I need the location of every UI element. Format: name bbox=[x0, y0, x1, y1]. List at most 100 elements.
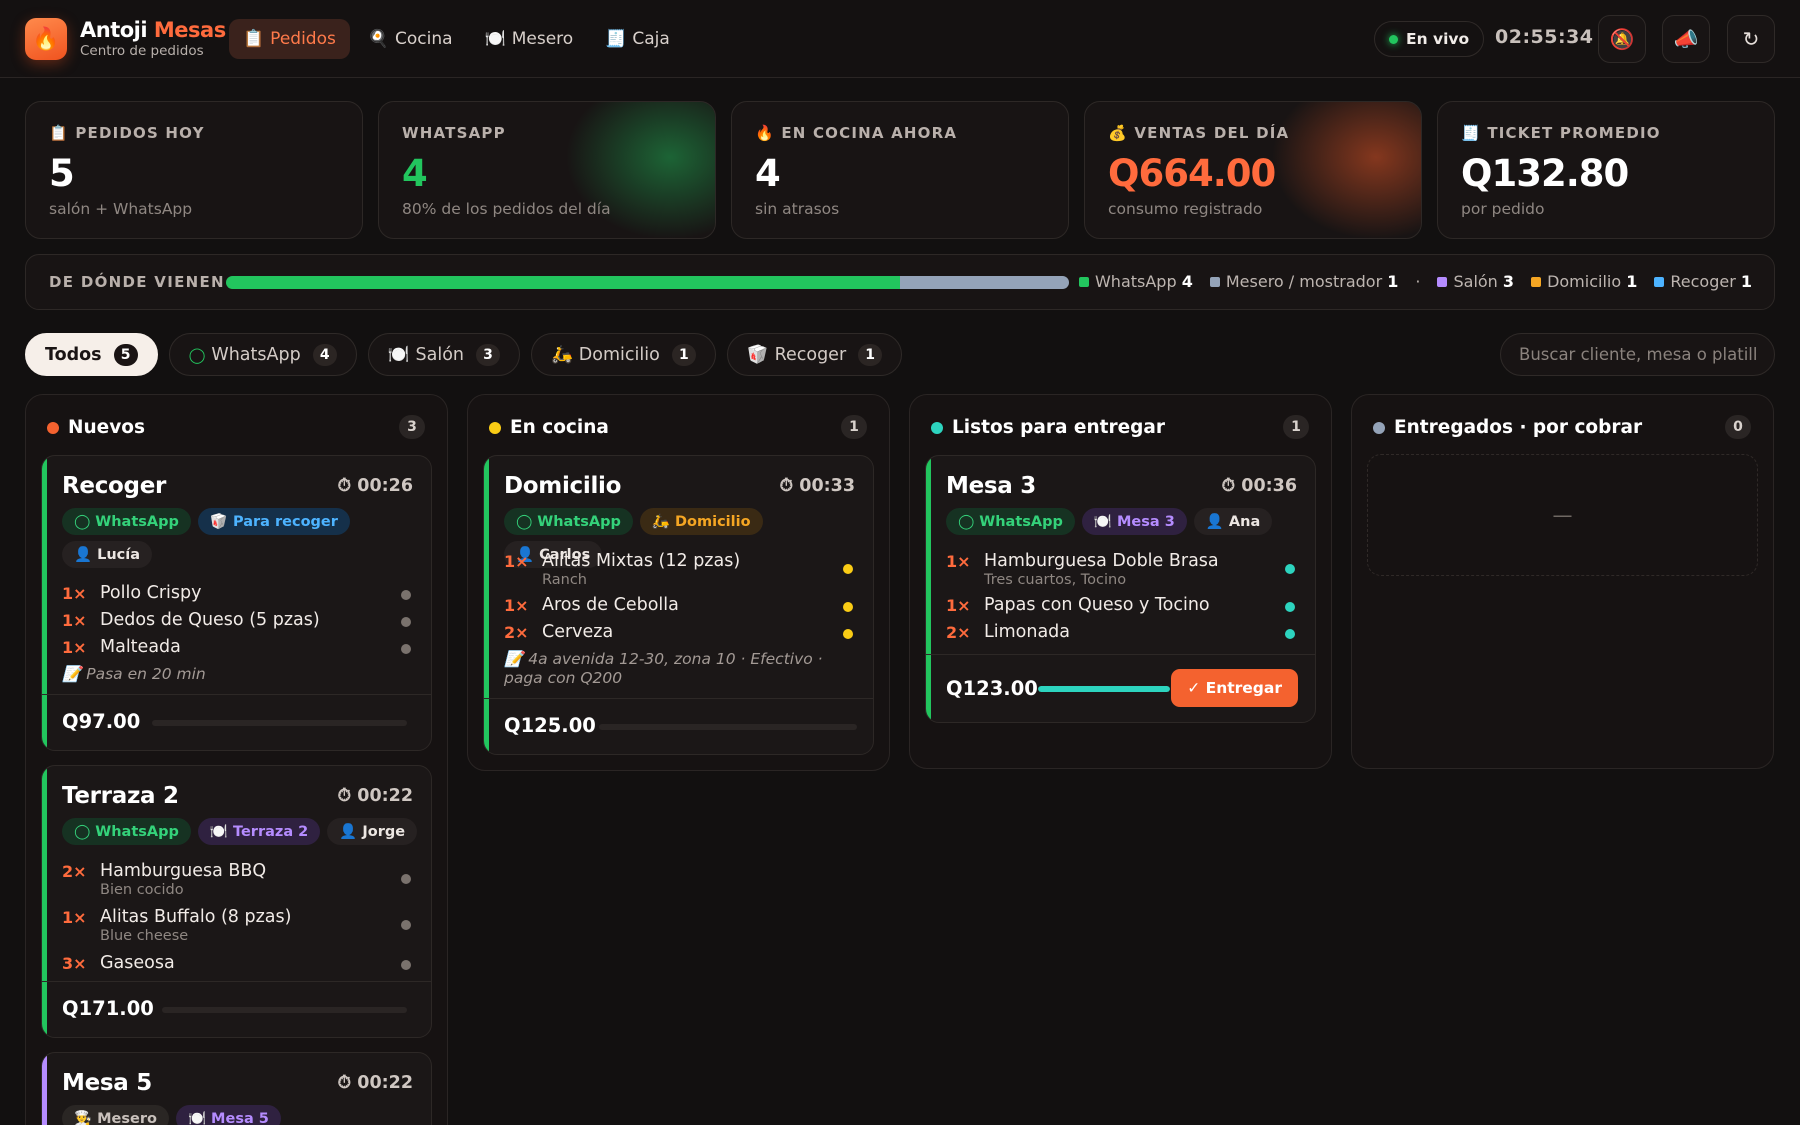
kpi-label-text: Ventas del día bbox=[1134, 124, 1290, 142]
item-modifier: Bien cocido bbox=[100, 882, 184, 898]
item-qty: 1× bbox=[946, 552, 971, 571]
tag-channel: ◯ WhatsApp bbox=[62, 508, 191, 535]
kpi-label: WhatsApp bbox=[402, 124, 506, 142]
deliver-button[interactable]: ✓ Entregar bbox=[1171, 669, 1298, 707]
brand: Antoji Mesas Centro de pedidos bbox=[80, 18, 226, 59]
legend-swatch bbox=[1078, 277, 1089, 287]
brand-subtitle: Centro de pedidos bbox=[80, 43, 204, 59]
column-listos-para-entregar: Listos para entregar 1 Mesa 3 ⏱ 00:36 ◯ W… bbox=[909, 394, 1332, 769]
top-bar: 🔥 Antoji Mesas Centro de pedidos 📋 Pedido… bbox=[0, 0, 1800, 78]
order-title: Terraza 2 bbox=[62, 783, 179, 809]
order-title: Mesa 5 bbox=[62, 1070, 152, 1096]
brand-name-part: Antoji bbox=[80, 18, 148, 42]
legend-count: 1 bbox=[1740, 272, 1752, 291]
kpi-value: Q132.80 bbox=[1461, 152, 1629, 195]
column-header: Listos para entregar bbox=[931, 417, 1165, 438]
nav-tab-caja[interactable]: 🧾 Caja bbox=[591, 19, 684, 59]
order-card-mesa-5[interactable]: Mesa 5 ⏱ 00:22 👨‍🍳 Mesero 🍽️ Mesa 5 bbox=[41, 1052, 432, 1125]
filter-salon[interactable]: 🍽️ Salón 3 bbox=[367, 333, 520, 376]
nav-tab-cocina[interactable]: 🍳 Cocina bbox=[354, 19, 467, 59]
item-modifier: Blue cheese bbox=[100, 928, 189, 944]
flame-logo-icon: 🔥 bbox=[25, 18, 67, 60]
tag-channel: ◯ WhatsApp bbox=[62, 818, 191, 845]
filter-recoger[interactable]: 🥡 Recoger 1 bbox=[726, 333, 903, 376]
order-item: 1× Aros de Cebolla bbox=[504, 594, 855, 621]
order-tags: ◯ WhatsApp 🥡 Para recoger 👤 Lucía bbox=[62, 508, 422, 568]
status-dot-icon bbox=[489, 421, 501, 434]
column-count: 1 bbox=[1283, 415, 1309, 439]
filter-count: 4 bbox=[312, 343, 337, 366]
bell-off-icon: 🔕 bbox=[1609, 27, 1635, 51]
nav-tab-pedidos[interactable]: 📋 Pedidos bbox=[229, 19, 350, 59]
live-label: En vivo bbox=[1406, 30, 1470, 48]
order-total: Q123.00 bbox=[946, 677, 1038, 700]
item-name: Alitas Buffalo (8 pzas) bbox=[100, 907, 292, 927]
order-items: 1× Pollo Crispy 1× Dedos de Queso (5 pzas)… bbox=[62, 582, 413, 684]
filter-label: Domicilio bbox=[578, 344, 660, 365]
tag-channel: ◯ WhatsApp bbox=[504, 508, 633, 535]
order-timer: ⏱ 00:33 bbox=[779, 476, 855, 496]
kpi-pedidos-hoy: 📋 Pedidos hoy 5 salón + WhatsApp bbox=[25, 101, 363, 239]
filter-count: 1 bbox=[671, 343, 696, 366]
card-footer: Q97.00 bbox=[42, 694, 431, 750]
nav-tab-label: Pedidos bbox=[270, 29, 336, 49]
item-modifier: Ranch bbox=[542, 572, 587, 588]
megaphone-icon: 📣 bbox=[1673, 27, 1699, 51]
kpi-en-cocina: 🔥 En cocina ahora 4 sin atrasos bbox=[731, 101, 1069, 239]
legend-salon: Salón 3 bbox=[1437, 272, 1514, 291]
refresh-button[interactable]: ↻ bbox=[1727, 15, 1775, 63]
search-input[interactable] bbox=[1500, 333, 1775, 376]
item-status-dot-icon bbox=[401, 644, 411, 654]
legend-count: 4 bbox=[1181, 272, 1193, 291]
item-qty: 1× bbox=[504, 596, 529, 615]
legend-swatch bbox=[1209, 277, 1220, 287]
order-card-domicilio[interactable]: Domicilio ⏱ 00:33 ◯ WhatsApp 🛵 Domicilio … bbox=[483, 455, 874, 755]
order-item: 2× Limonada bbox=[946, 621, 1297, 648]
filter-chips: Todos 5 ◯ WhatsApp 4 🍽️ Salón 3 🛵 Domicilio 1 🥡… bbox=[25, 333, 903, 376]
kpi-glow bbox=[1271, 102, 1421, 238]
kpi-value: 4 bbox=[755, 152, 781, 195]
filter-domicilio[interactable]: 🛵 Domicilio 1 bbox=[531, 333, 716, 376]
plate-icon: 🍽️ bbox=[484, 29, 506, 49]
legend-label: Salón bbox=[1453, 272, 1498, 291]
item-status-dot-icon bbox=[1285, 629, 1295, 639]
kpi-label-text: En cocina ahora bbox=[781, 124, 958, 142]
column-count: 0 bbox=[1725, 415, 1751, 439]
legend-swatch bbox=[1531, 277, 1542, 287]
order-card-terraza-2[interactable]: Terraza 2 ⏱ 00:22 ◯ WhatsApp 🍽️ Terraza 2… bbox=[41, 765, 432, 1038]
card-footer: Q123.00 ✓ Entregar bbox=[926, 654, 1315, 722]
order-item: 1× Malteada bbox=[62, 636, 413, 663]
tag-channel: 👨‍🍳 Mesero bbox=[62, 1105, 169, 1125]
filter-whatsapp[interactable]: ◯ WhatsApp 4 bbox=[168, 333, 357, 376]
item-status-dot-icon bbox=[401, 590, 411, 600]
order-item: 3× Gaseosa bbox=[62, 952, 413, 979]
refresh-icon: ↻ bbox=[1742, 27, 1760, 51]
item-status-dot-icon bbox=[1285, 564, 1295, 574]
whatsapp-icon: ◯ bbox=[74, 513, 91, 530]
filter-todos[interactable]: Todos 5 bbox=[25, 333, 158, 376]
tag-table: 🍽️ Mesa 3 bbox=[1081, 508, 1187, 535]
order-card-recoger[interactable]: Recoger ⏱ 00:26 ◯ WhatsApp 🥡 Para recoger… bbox=[41, 455, 432, 751]
item-name: Hamburguesa BBQ bbox=[100, 861, 267, 881]
item-qty: 2× bbox=[504, 623, 529, 642]
legend-recoger: Recoger 1 bbox=[1654, 272, 1752, 291]
column-nuevos: Nuevos 3 Recoger ⏱ 00:26 ◯ WhatsApp 🥡 Par… bbox=[25, 394, 448, 1125]
kpi-glow bbox=[565, 102, 715, 238]
order-card-mesa-3[interactable]: Mesa 3 ⏱ 00:36 ◯ WhatsApp 🍽️ Mesa 3 👤 Ana… bbox=[925, 455, 1316, 723]
legend-label: Recoger bbox=[1670, 272, 1736, 291]
mute-notifications-button[interactable]: 🔕 bbox=[1598, 15, 1646, 63]
source-label: DE DÓNDE VIENEN bbox=[49, 273, 225, 291]
kpi-label: 🔥 En cocina ahora bbox=[755, 124, 957, 142]
nav-tab-mesero[interactable]: 🍽️ Mesero bbox=[471, 19, 588, 59]
filter-count: 5 bbox=[113, 343, 138, 366]
tag-label: WhatsApp bbox=[95, 513, 179, 530]
announce-button[interactable]: 📣 bbox=[1662, 15, 1710, 63]
order-total: Q125.00 bbox=[504, 714, 596, 737]
tag-channel: ◯ WhatsApp bbox=[946, 508, 1075, 535]
order-progress bbox=[1038, 686, 1170, 692]
column-title: Entregados · por cobrar bbox=[1394, 417, 1643, 438]
brand-name-accent: Mesas bbox=[153, 18, 226, 42]
whatsapp-icon: ◯ bbox=[958, 513, 975, 530]
item-name: Alitas Mixtas (12 pzas) bbox=[542, 551, 741, 571]
legend-swatch bbox=[1437, 277, 1448, 287]
